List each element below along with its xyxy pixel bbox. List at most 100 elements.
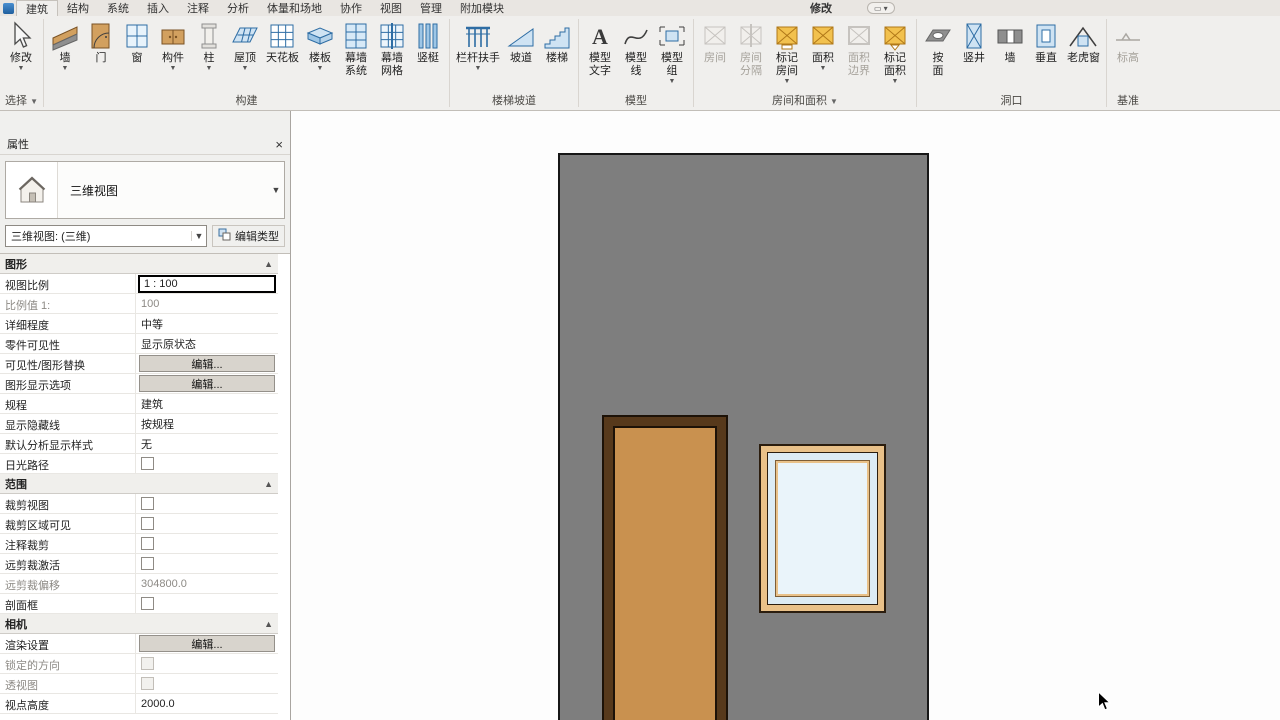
ribbon-button-vertical-opening[interactable]: 垂直	[1028, 18, 1064, 66]
ribbon-button-wall[interactable]: 墙▼	[47, 18, 83, 73]
collapse-icon[interactable]: ▲	[264, 259, 273, 269]
floor-icon	[305, 21, 335, 51]
ribbon-button-curtain-system[interactable]: 幕墙系统	[338, 18, 374, 79]
property-label: 规程	[0, 394, 136, 413]
property-row-discipline: 规程建筑	[0, 394, 278, 414]
tab-annotate[interactable]: 注释	[178, 0, 218, 16]
discipline-value[interactable]: 建筑	[138, 396, 163, 412]
drawing-canvas[interactable]	[290, 111, 1280, 720]
door-element[interactable]	[602, 415, 728, 720]
ribbon-button-label: 幕墙	[345, 52, 367, 65]
default-analysis-display-style-value[interactable]: 无	[138, 436, 152, 452]
collapse-icon[interactable]: ▲	[264, 619, 273, 629]
ribbon-button-wall-opening[interactable]: 墙	[992, 18, 1028, 66]
ribbon-button-modify[interactable]: 修改▼	[3, 18, 39, 73]
ribbon-button-area[interactable]: 面积▼	[805, 18, 841, 73]
tab-structure[interactable]: 结构	[58, 0, 98, 16]
annotation-crop-checkbox[interactable]	[141, 537, 154, 550]
tab-collaborate[interactable]: 协作	[331, 0, 371, 16]
ribbon-panel-label-select[interactable]: 选择 ▼	[1, 93, 42, 110]
ribbon: 修改▼选择 ▼墙▼门窗构件▼柱▼屋顶▼天花板楼板▼幕墙系统幕墙网格竖梃构建栏杆扶…	[0, 16, 1280, 111]
ribbon-button-opening-by-face[interactable]: 按面	[920, 18, 956, 79]
ribbon-button-model-text[interactable]: A模型文字	[582, 18, 618, 79]
tab-addins[interactable]: 附加模块	[451, 0, 513, 16]
properties-title-bar: 属性 ×	[0, 134, 290, 155]
property-label: 可见性/图形替换	[0, 354, 136, 373]
ribbon-button-label: 系统	[345, 65, 367, 78]
ribbon-button-stair[interactable]: 楼梯	[539, 18, 575, 66]
section-label: 范围	[5, 476, 27, 492]
ribbon-panel-label-room-area[interactable]: 房间和面积 ▼	[695, 93, 915, 110]
ribbon-display-toggle[interactable]: ▭▾	[867, 2, 895, 14]
edit-type-button[interactable]: 编辑类型	[212, 225, 285, 247]
type-selector-label: 三维视图	[58, 162, 268, 218]
ribbon-panel-label-datum[interactable]: 基准	[1108, 93, 1148, 110]
ribbon-panel-label-model[interactable]: 模型	[580, 93, 692, 110]
ribbon-button-railing[interactable]: 栏杆扶手▼	[453, 18, 503, 73]
ribbon-button-dormer[interactable]: 老虎窗	[1064, 18, 1103, 66]
ribbon-button-label: 房间	[704, 52, 726, 65]
far-clip-active-checkbox[interactable]	[141, 557, 154, 570]
chevron-down-icon[interactable]: ▼	[268, 162, 284, 218]
curtain-grid-icon	[377, 21, 407, 51]
room-separator-icon	[736, 21, 766, 51]
panel-gap	[0, 111, 290, 134]
tab-systems[interactable]: 系统	[98, 0, 138, 16]
close-icon[interactable]: ×	[275, 138, 283, 151]
view-scale-input[interactable]: 1 : 100	[138, 275, 276, 293]
type-selector[interactable]: 三维视图 ▼	[5, 161, 285, 219]
tab-architecture[interactable]: 建筑	[16, 0, 58, 16]
ribbon-button-tag-area[interactable]: 标记面积▼	[877, 18, 913, 86]
graphic-display-options-button[interactable]: 编辑...	[139, 375, 275, 392]
tab-modify[interactable]: 修改	[801, 0, 841, 16]
ribbon-button-mullion[interactable]: 竖梃	[410, 18, 446, 66]
section-header-camera[interactable]: 相机▲	[0, 614, 278, 634]
parts-visibility-value[interactable]: 显示原状态	[138, 336, 196, 352]
window-element[interactable]	[759, 444, 886, 613]
ribbon-button-curtain-grid[interactable]: 幕墙网格	[374, 18, 410, 79]
vertical-opening-icon	[1031, 21, 1061, 51]
ribbon-button-door[interactable]: 门	[83, 18, 119, 66]
model-text-icon: A	[585, 21, 615, 51]
ribbon-button-ramp[interactable]: 坡道	[503, 18, 539, 66]
section-header-extents[interactable]: 范围 ▲	[0, 474, 278, 494]
ribbon-button-label: 标记	[776, 52, 798, 65]
ribbon-group-opening: 按面竖井墙垂直老虎窗洞口	[917, 16, 1106, 110]
view-instance-combo[interactable]: 三维视图: (三维) ▼	[5, 225, 207, 247]
section-header-graphics[interactable]: 图形▲	[0, 254, 278, 274]
rendering-settings-button[interactable]: 编辑...	[139, 635, 275, 652]
tab-manage[interactable]: 管理	[411, 0, 451, 16]
collapse-icon[interactable]: ▲	[264, 479, 273, 489]
property-label: 远剪裁偏移	[0, 574, 136, 593]
door-panel	[613, 426, 717, 720]
ribbon-button-level: 标高	[1110, 18, 1146, 66]
ribbon-panel-label-opening[interactable]: 洞口	[918, 93, 1105, 110]
ribbon-button-room-separator: 房间分隔	[733, 18, 769, 79]
ribbon-button-model-group[interactable]: 模型组▼	[654, 18, 690, 86]
ribbon-button-floor[interactable]: 楼板▼	[302, 18, 338, 73]
app-menu-icon[interactable]	[0, 0, 16, 16]
ribbon-button-model-line[interactable]: 模型线	[618, 18, 654, 79]
ribbon-button-roof[interactable]: 屋顶▼	[227, 18, 263, 73]
ribbon-button-shaft[interactable]: 竖井	[956, 18, 992, 66]
ribbon-button-tag-room[interactable]: 标记房间▼	[769, 18, 805, 86]
ribbon-panel-label-build[interactable]: 构建	[45, 93, 448, 110]
tab-analyze[interactable]: 分析	[218, 0, 258, 16]
detail-level-value[interactable]: 中等	[138, 316, 163, 332]
tab-insert[interactable]: 插入	[138, 0, 178, 16]
ribbon-button-window[interactable]: 窗	[119, 18, 155, 66]
tab-view[interactable]: 视图	[371, 0, 411, 16]
eye-elevation-value[interactable]: 2000.0	[138, 698, 175, 710]
visibility-graphics-overrides-button[interactable]: 编辑...	[139, 355, 275, 372]
tab-massing-site[interactable]: 体量和场地	[258, 0, 331, 16]
ribbon-button-component[interactable]: 构件▼	[155, 18, 191, 73]
show-hidden-lines-value[interactable]: 按规程	[138, 416, 174, 432]
ribbon-button-ceiling[interactable]: 天花板	[263, 18, 302, 66]
crop-region-visible-checkbox[interactable]	[141, 517, 154, 530]
ribbon-button-label: 墙	[1004, 52, 1015, 65]
sun-path-checkbox[interactable]	[141, 457, 154, 470]
crop-view-checkbox[interactable]	[141, 497, 154, 510]
ribbon-button-column[interactable]: 柱▼	[191, 18, 227, 73]
ribbon-panel-label-circulation[interactable]: 楼梯坡道	[451, 93, 577, 110]
section-box-checkbox[interactable]	[141, 597, 154, 610]
